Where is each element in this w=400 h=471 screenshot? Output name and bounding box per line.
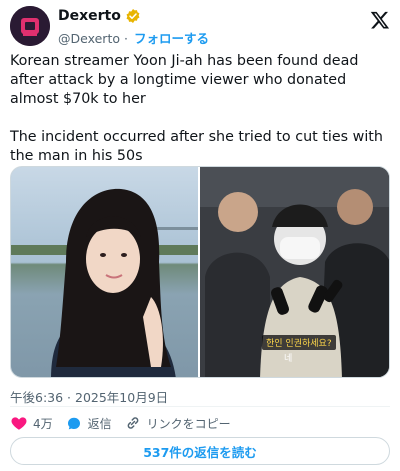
copy-link-button[interactable]: リンクをコピー [124, 414, 231, 432]
copy-link-label: リンクをコピー [146, 416, 231, 431]
heart-icon [11, 417, 27, 430]
dexerto-logo-icon [10, 6, 50, 46]
tweet-paragraph: The incident occurred after she tried to… [10, 129, 383, 164]
reply-button[interactable]: 返信 [65, 414, 112, 432]
divider [10, 406, 390, 407]
name-row: Dexerto [58, 8, 141, 24]
streamer-photo [11, 167, 198, 377]
handle-row: @Dexerto · フォローする [58, 28, 209, 47]
like-button[interactable]: 4万 [10, 414, 53, 432]
tweet-paragraph: Korean streamer Yoon Ji-ah has been foun… [10, 53, 359, 107]
like-count: 4万 [33, 416, 53, 431]
link-icon [127, 417, 139, 429]
media-photo-right[interactable]: 한인 인권하세요? 네 [200, 167, 389, 377]
handle-separator: · [123, 31, 128, 46]
video-caption: 한인 인권하세요? [262, 335, 336, 350]
read-replies-button[interactable]: 537件の返信を読む [10, 437, 390, 465]
verified-badge-icon [126, 9, 140, 23]
media-photo-left[interactable] [11, 167, 198, 377]
avatar[interactable] [10, 6, 50, 46]
media-grid: 한인 인권하세요? 네 [10, 166, 390, 378]
video-caption-sub: 네 [284, 354, 293, 364]
reply-label: 返信 [87, 416, 112, 431]
tweet-header: Dexerto @Dexerto · フォローする [10, 6, 390, 46]
tweet-card: Dexerto @Dexerto · フォローする Korean streame… [0, 0, 400, 471]
account-handle[interactable]: @Dexerto [58, 31, 120, 46]
follow-button[interactable]: フォローする [134, 31, 209, 46]
reply-icon [67, 417, 80, 430]
x-logo-icon[interactable] [370, 10, 390, 30]
tweet-text: Korean streamer Yoon Ji-ah has been foun… [10, 52, 390, 166]
account-name[interactable]: Dexerto [58, 8, 121, 24]
action-bar: 4万 返信 リンクをコピー [10, 413, 243, 433]
tweet-timestamp[interactable]: 午後6:36 · 2025年10月9日 [10, 387, 168, 406]
